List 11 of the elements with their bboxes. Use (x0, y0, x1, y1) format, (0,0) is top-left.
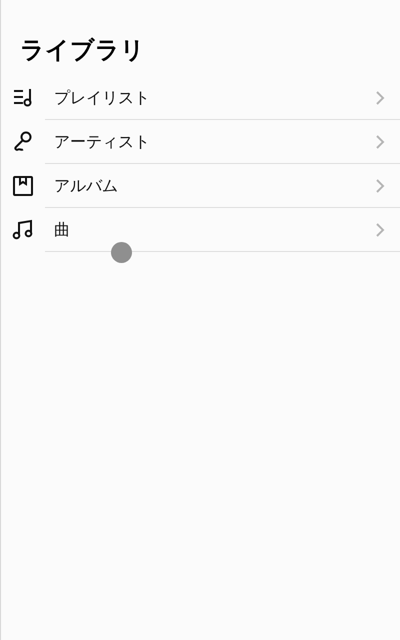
chevron-icon (375, 178, 385, 194)
library-item[interactable]: アーティスト (45, 120, 400, 164)
album-icon (11, 174, 35, 198)
chevron-icon (375, 222, 385, 238)
music-note-icon (11, 218, 35, 242)
library-item[interactable]: プレイリスト (45, 76, 400, 120)
chevron-icon (375, 90, 385, 106)
page-title: ライブラリ (20, 35, 145, 66)
library-item[interactable]: アルバム (45, 164, 400, 208)
chevron-icon (375, 134, 385, 150)
touch-indicator (111, 242, 132, 263)
